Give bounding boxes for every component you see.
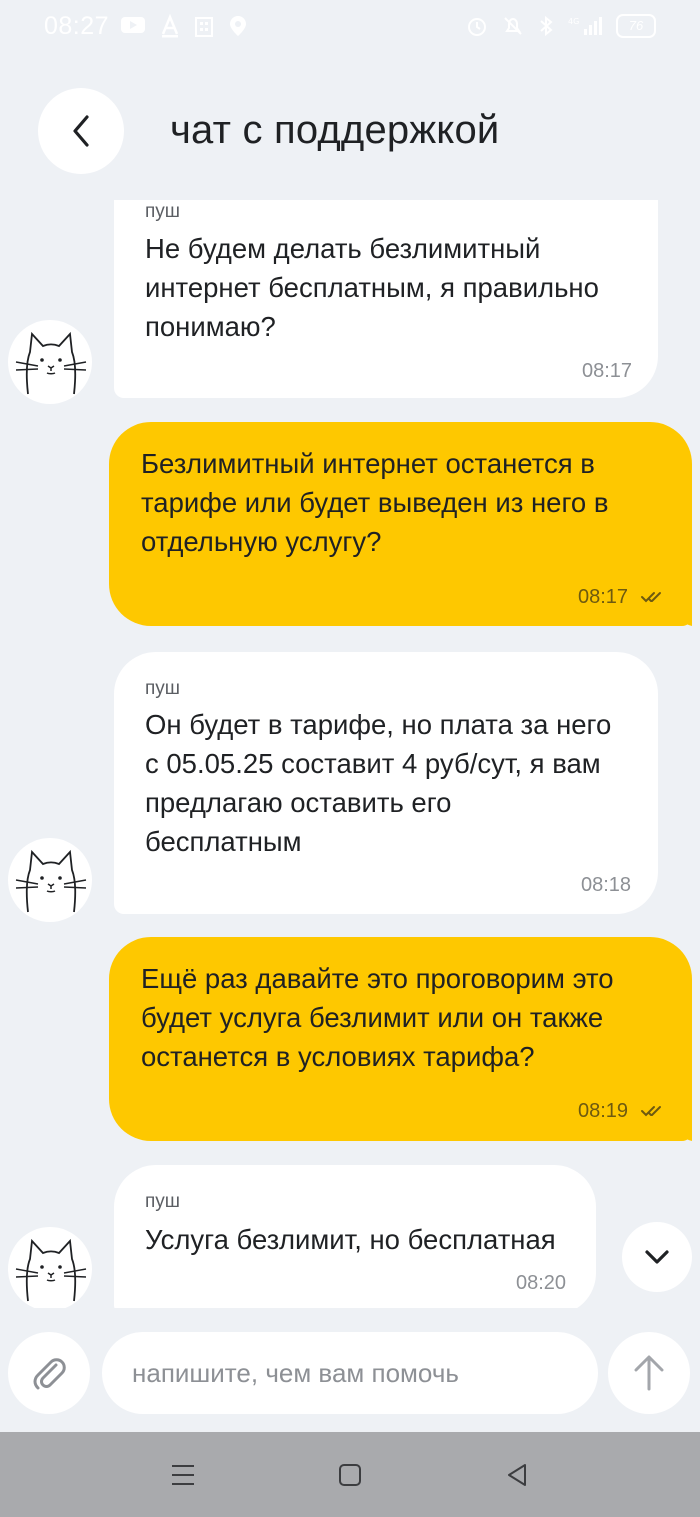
chat-header: чат с поддержкой	[0, 70, 700, 190]
bubble-tail	[670, 1123, 692, 1141]
send-button[interactable]	[608, 1332, 690, 1414]
message-sender: пуш	[145, 201, 181, 222]
message-time: 08:17	[582, 360, 633, 382]
message-time: 08:18	[581, 874, 632, 896]
alarm-icon	[468, 18, 486, 36]
chevron-left-icon	[73, 115, 89, 147]
menu-icon	[172, 1465, 194, 1485]
message-sender: пуш	[145, 678, 181, 699]
arrow-up-icon	[634, 1355, 664, 1391]
message-input[interactable]	[102, 1332, 598, 1414]
message-time: 08:17	[578, 586, 629, 608]
message-sender: пуш	[145, 1191, 181, 1212]
bluetooth-icon	[540, 15, 553, 37]
nav-menu-button[interactable]	[166, 1458, 200, 1492]
read-ticks-icon	[641, 1106, 661, 1117]
nav-home-button[interactable]	[333, 1458, 367, 1492]
message-text: Безлимитный интернет останется в тарифе …	[141, 448, 609, 557]
message-text: Не будем делать безлимитный интернет бес…	[145, 233, 599, 342]
message-text: Услуга безлимит, но бесплатная	[145, 1224, 556, 1255]
square-icon	[339, 1464, 361, 1486]
battery-indicator: 76	[616, 14, 656, 38]
message-text: Ещё раз давайте это проговорим это будет…	[141, 963, 614, 1072]
message-incoming: пуш Услуга безлимит, но бесплатная 08:20	[0, 1165, 700, 1308]
chevron-down-icon	[645, 1250, 669, 1264]
nav-back-button[interactable]	[500, 1458, 534, 1492]
building-icon	[195, 17, 213, 37]
triangle-back-icon	[508, 1464, 526, 1486]
avatar	[8, 320, 92, 404]
cat-icon	[15, 1238, 87, 1302]
status-notification-icons	[120, 14, 248, 38]
avatar	[8, 838, 92, 922]
message-outgoing: Ещё раз давайте это проговорим это будет…	[0, 937, 700, 1143]
message-list[interactable]: пуш Не будем делать безлимитный интернет…	[0, 200, 700, 1308]
status-time: 08:27	[44, 12, 110, 40]
message-time: 08:19	[578, 1100, 629, 1122]
bubble-tail	[670, 608, 692, 626]
font-a-icon	[161, 14, 179, 38]
read-ticks-icon	[641, 592, 661, 603]
back-button[interactable]	[38, 88, 124, 174]
cat-icon	[15, 331, 87, 395]
message-text: Он будет в тарифе, но плата за него с 05…	[145, 709, 612, 857]
youtube-icon	[121, 17, 145, 33]
system-nav-bar	[0, 1432, 700, 1517]
message-outgoing: Безлимитный интернет останется в тарифе …	[0, 422, 700, 628]
message-incoming: пуш Не будем делать безлимитный интернет…	[0, 200, 700, 404]
status-bar: 08:27 4G 76	[0, 0, 700, 56]
avatar	[8, 1227, 92, 1308]
message-incoming: пуш Он будет в тарифе, но плата за него …	[0, 652, 700, 922]
cat-icon	[15, 849, 87, 913]
signal-icon: 4G	[568, 17, 602, 35]
message-time: 08:20	[516, 1272, 567, 1294]
composer-bar	[0, 1318, 700, 1432]
scroll-down-button[interactable]	[622, 1222, 692, 1292]
location-icon	[230, 16, 246, 36]
page-title: чат с поддержкой	[170, 108, 500, 152]
attach-button[interactable]	[8, 1332, 90, 1414]
mute-bell-icon	[504, 17, 522, 35]
svg-text:4G: 4G	[568, 17, 579, 26]
paperclip-icon	[33, 1358, 66, 1390]
status-system-icons: 4G 76	[466, 14, 656, 38]
